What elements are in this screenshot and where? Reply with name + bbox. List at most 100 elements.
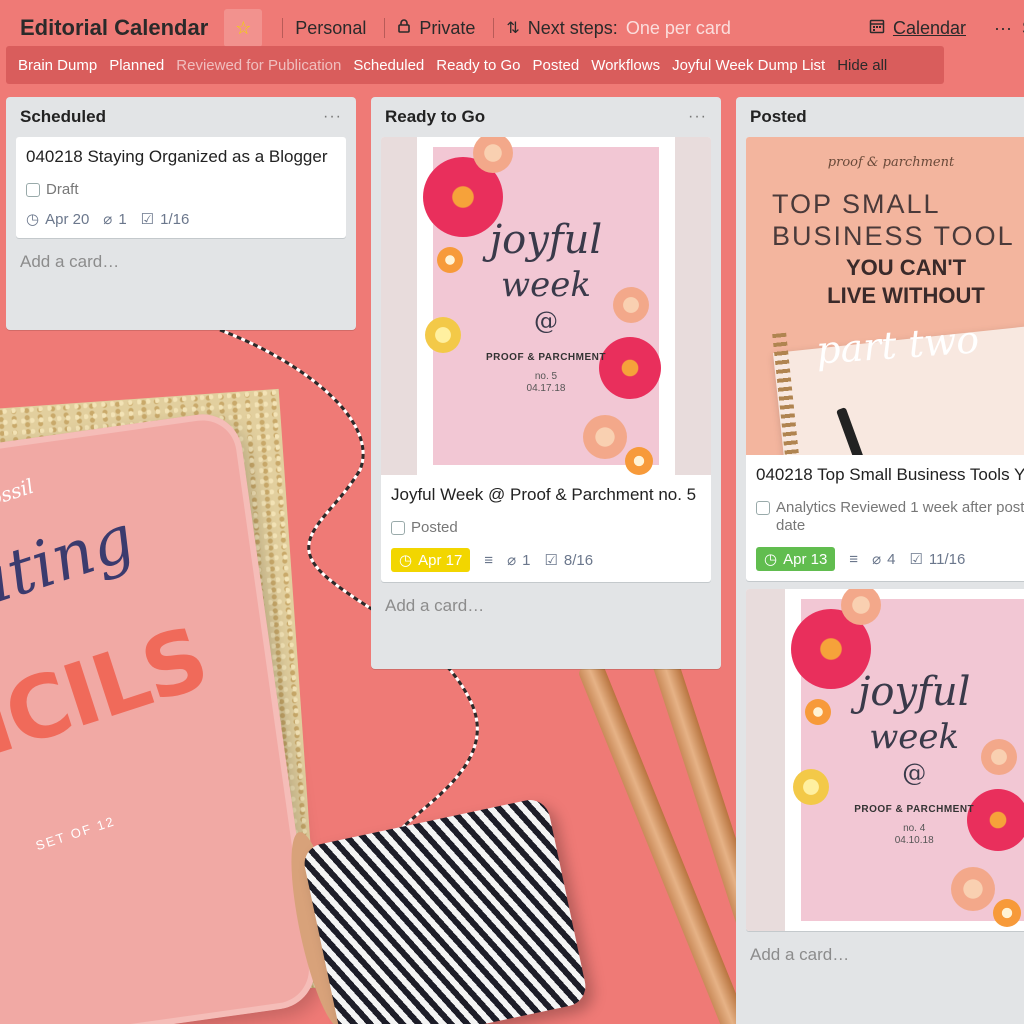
card-checkbox-label: Posted	[391, 519, 701, 536]
filter-workflows[interactable]: Workflows	[585, 57, 666, 74]
description-icon: ≡	[849, 550, 859, 568]
star-icon: ☆	[235, 17, 252, 38]
flower	[951, 867, 996, 911]
card-badges: ◷ Apr 17 ≡ ⌀ 1 ☑ 8/16	[391, 548, 701, 572]
checkbox-text: Draft	[46, 181, 79, 198]
star-button[interactable]: ☆	[224, 9, 263, 47]
filter-reviewed-for-publication[interactable]: Reviewed for Publication	[170, 57, 347, 74]
card[interactable]: joyful week @ PROOF & PARCHMENT no. 4 04…	[746, 589, 1024, 931]
list-header: Ready to Go ···	[371, 97, 721, 133]
card-title: Joyful Week @ Proof & Parchment no. 5	[391, 485, 697, 504]
calendar-power-up-button[interactable]: Calendar	[869, 18, 966, 39]
list-menu-icon[interactable]: ···	[688, 108, 707, 126]
flower	[841, 589, 882, 625]
calendar-icon	[869, 18, 885, 39]
due-date-badge[interactable]: ◷ Apr 13	[756, 547, 836, 571]
due-date-text: Apr 20	[45, 210, 90, 228]
filter-joyful-week-dump-list[interactable]: Joyful Week Dump List	[666, 57, 831, 74]
checklist-badge: ☑ 11/16	[909, 550, 965, 569]
calendar-label: Calendar	[892, 17, 966, 38]
due-date-badge[interactable]: ◷ Apr 20	[26, 210, 90, 229]
checkbox-icon[interactable]	[756, 501, 770, 515]
poster-date: 04.17.18	[526, 383, 566, 394]
checklist-icon: ☑	[909, 551, 923, 568]
card-badges: ◷ Apr 20 ⌀ 1 ☑ 1/16	[26, 210, 336, 229]
card-checkbox-label: Analytics Reviewed 1 week after post dat…	[756, 499, 1024, 535]
visibility-label: Private	[419, 17, 476, 38]
attachments-badge: ⌀ 4	[872, 550, 896, 569]
list-scheduled: Scheduled ··· 040218 Staying Organized a…	[6, 97, 356, 330]
due-date-text: Apr 13	[783, 550, 828, 568]
checklist-icon: ☑	[544, 552, 558, 569]
card-cover-image: joyful week @ PROOF & PARCHMENT no. 4 04…	[746, 589, 1024, 931]
filter-brain-dump[interactable]: Brain Dump	[12, 57, 103, 74]
filter-posted[interactable]: Posted	[526, 57, 585, 74]
show-menu-button[interactable]: ··· S	[994, 18, 1024, 39]
next-steps-value: One per card	[625, 17, 731, 38]
checklist-progress: 8/16	[563, 551, 594, 569]
next-steps-label: Next steps:	[527, 17, 618, 38]
card-cover-image: proof & parchment TOP SMALL BUSINESS TOO…	[746, 137, 1024, 455]
attachments-badge: ⌀ 1	[103, 210, 127, 229]
header-divider	[493, 18, 495, 38]
filter-scheduled[interactable]: Scheduled	[347, 57, 430, 74]
list-title[interactable]: Posted	[750, 107, 807, 127]
attachments-badge: ⌀ 1	[507, 551, 531, 570]
checkbox-icon[interactable]	[391, 520, 405, 535]
next-steps-button[interactable]: ⇅ Next steps: One per card	[506, 18, 731, 39]
paperclip-icon: ⌀	[103, 211, 113, 228]
attachments-count: 1	[522, 551, 531, 569]
description-badge: ≡	[484, 552, 493, 569]
list-filter-bar: Brain Dump Planned Reviewed for Publicat…	[6, 46, 944, 84]
clock-icon: ◷	[764, 551, 778, 568]
poster-number: no. 5	[534, 371, 558, 382]
checklist-progress: 1/16	[160, 210, 190, 228]
attachments-count: 4	[887, 550, 896, 568]
description-badge: ≡	[849, 551, 858, 568]
list-menu-icon[interactable]: ···	[323, 108, 342, 126]
list-title[interactable]: Ready to Go	[385, 107, 485, 127]
list-title[interactable]: Scheduled	[20, 107, 106, 127]
checklist-badge: ☑ 8/16	[544, 551, 594, 570]
poster-script-week: week	[869, 717, 960, 757]
flower	[993, 899, 1022, 927]
poster-script-joyful: joyful	[857, 669, 971, 715]
filter-planned[interactable]: Planned	[103, 57, 170, 74]
joyful-week-poster: joyful week @ PROOF & PARCHMENT no. 4 04…	[791, 589, 1024, 927]
card-checkbox-label: Draft	[26, 181, 336, 198]
flower	[583, 415, 627, 459]
card[interactable]: proof & parchment TOP SMALL BUSINESS TOO…	[746, 137, 1024, 581]
poster-at: @	[902, 759, 927, 787]
poster-number: no. 4	[903, 823, 926, 834]
card[interactable]: 040218 Staying Organized as a Blogger Dr…	[16, 137, 346, 238]
card-badges: ◷ Apr 13 ≡ ⌀ 4 ☑ 11/16	[756, 547, 1024, 571]
board-title[interactable]: Editorial Calendar	[20, 15, 208, 41]
add-card-button[interactable]: Add a card…	[371, 582, 721, 628]
more-icon: ···	[994, 17, 1012, 38]
card-title: 040218 Staying Organized as a Blogger	[26, 147, 328, 166]
cover-line2: BUSINESS TOOL	[772, 221, 1015, 251]
joyful-week-poster: joyful week @ PROOF & PARCHMENT no. 5 04…	[423, 137, 661, 475]
add-card-button[interactable]: Add a card…	[6, 238, 356, 284]
poster-at: @	[534, 307, 558, 335]
hide-all-button[interactable]: Hide all	[831, 57, 893, 74]
cover-line1: TOP SMALL	[772, 189, 941, 219]
flower	[625, 447, 653, 475]
team-button[interactable]: Personal	[295, 18, 366, 39]
due-date-badge[interactable]: ◷ Apr 17	[391, 548, 471, 572]
poster-date: 04.10.18	[894, 835, 934, 846]
checklist-icon: ☑	[140, 211, 155, 228]
add-card-button[interactable]: Add a card…	[736, 931, 1024, 977]
attachments-count: 1	[118, 210, 127, 228]
checkbox-icon[interactable]	[26, 182, 40, 197]
visibility-button[interactable]: Private	[397, 18, 475, 39]
cover-brand: proof & parchment	[827, 155, 955, 170]
card[interactable]: joyful week @ PROOF & PARCHMENT no. 5 04…	[381, 137, 711, 582]
checklist-badge: ☑ 1/16	[140, 210, 190, 229]
sort-icon: ⇅	[506, 20, 520, 37]
cover-bold2: LIVE WITHOUT	[827, 283, 985, 308]
filter-ready-to-go[interactable]: Ready to Go	[430, 57, 526, 74]
header-divider	[282, 18, 284, 38]
paperclip-icon: ⌀	[507, 552, 517, 569]
poster-brand: PROOF & PARCHMENT	[854, 804, 975, 815]
